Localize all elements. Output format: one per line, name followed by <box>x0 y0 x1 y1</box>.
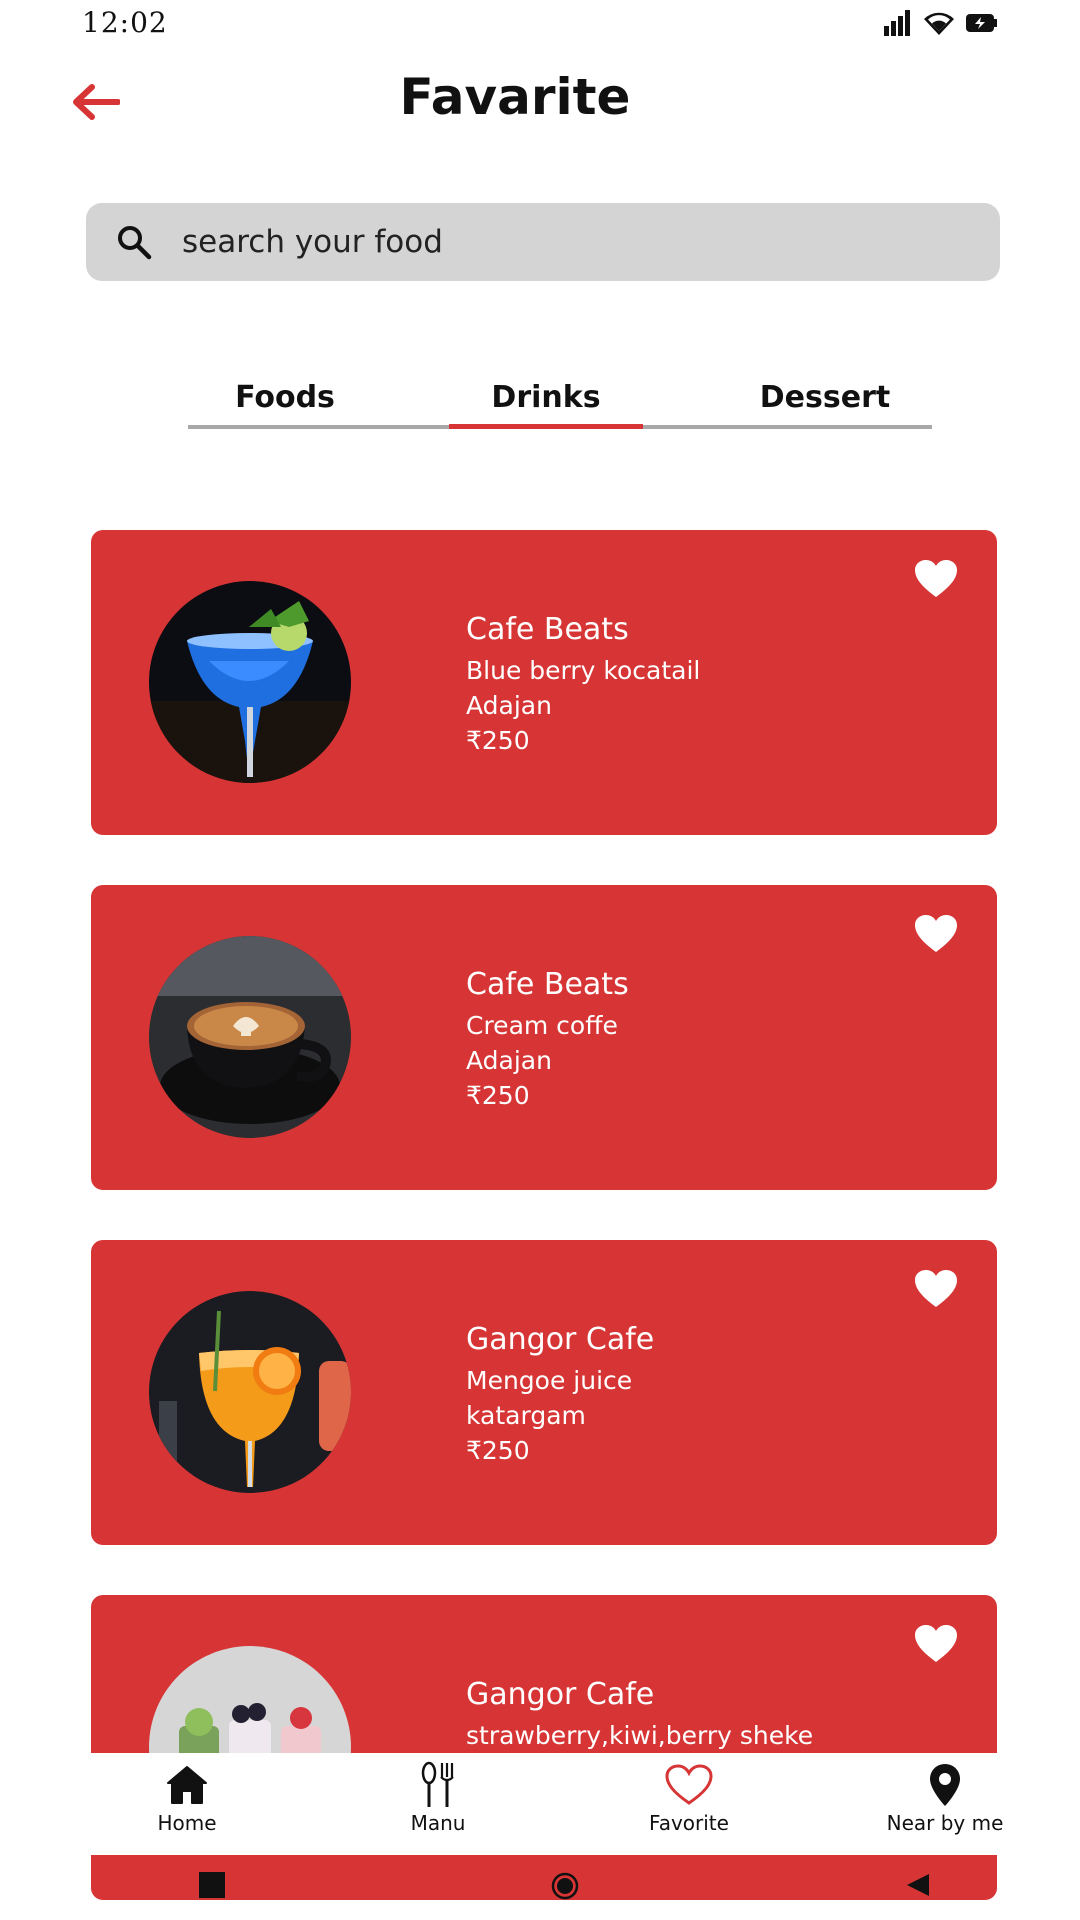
heart-icon[interactable] <box>915 915 957 953</box>
tab-drinks[interactable]: Drinks <box>449 380 643 415</box>
recents-button[interactable] <box>199 1872 225 1898</box>
signal-icon <box>884 10 910 36</box>
cutlery-icon <box>421 1761 454 1807</box>
area-name: Adajan <box>466 1046 552 1075</box>
search-icon <box>118 226 152 260</box>
cafe-name: Cafe Beats <box>466 967 629 1002</box>
nav-label: Manu <box>410 1811 466 1835</box>
cafe-name: Cafe Beats <box>466 612 629 647</box>
search-bar[interactable] <box>86 203 1000 281</box>
favorite-card[interactable]: Gangor Cafe Mengoe juice katargam ₹250 <box>91 1240 997 1545</box>
price: ₹250 <box>466 726 530 755</box>
home-icon <box>167 1766 207 1804</box>
search-input[interactable] <box>182 203 962 281</box>
heart-icon[interactable] <box>915 1270 957 1308</box>
tab-dessert[interactable]: Dessert <box>728 380 922 415</box>
category-tabs: Foods Drinks Dessert <box>188 380 932 430</box>
item-name: Cream coffe <box>466 1011 618 1040</box>
card-details: Cafe Beats Cream coffe Adajan ₹250 <box>466 967 629 1113</box>
favorite-card[interactable]: Cafe Beats Blue berry kocatail Adajan ₹2… <box>91 530 997 835</box>
heart-icon[interactable] <box>915 560 957 598</box>
price: ₹250 <box>466 1436 530 1465</box>
nav-label: Favorite <box>649 1811 729 1835</box>
page-title: Favarite <box>399 68 631 126</box>
location-pin-icon <box>930 1764 960 1806</box>
tab-active-indicator <box>449 424 643 429</box>
back-system-button[interactable] <box>905 1872 931 1898</box>
heart-outline-icon <box>665 1764 713 1805</box>
orange-drink-image <box>149 1291 351 1493</box>
battery-icon <box>966 14 997 32</box>
item-name: Blue berry kocatail <box>466 656 701 685</box>
area-name: katargam <box>466 1401 586 1430</box>
cafe-name: Gangor Cafe <box>466 1322 655 1357</box>
heart-icon[interactable] <box>915 1625 957 1663</box>
nav-label: Near by me <box>886 1811 1004 1835</box>
nav-favorite[interactable]: Favorite <box>609 1761 769 1835</box>
home-system-button[interactable] <box>551 1872 579 1900</box>
item-name: Mengoe juice <box>466 1366 633 1395</box>
price: ₹250 <box>466 1081 530 1110</box>
tab-foods[interactable]: Foods <box>188 380 382 415</box>
card-details: Gangor Cafe Mengoe juice katargam ₹250 <box>466 1322 654 1468</box>
nav-menu[interactable]: Manu <box>358 1761 518 1835</box>
card-details: Gangor Cafe strawberry,kiwi,berry sheke <box>466 1677 813 1753</box>
status-time: 12:02 <box>82 6 168 39</box>
card-details: Cafe Beats Blue berry kocatail Adajan ₹2… <box>466 612 700 758</box>
item-name: strawberry,kiwi,berry sheke <box>466 1721 814 1750</box>
bottom-nav: Home Manu Favorite Near by me <box>0 1753 1080 1855</box>
status-icons <box>884 10 998 36</box>
blue-cocktail-image <box>149 581 351 783</box>
nav-near-by-me[interactable]: Near by me <box>860 1761 1030 1835</box>
cafe-name: Gangor Cafe <box>466 1677 655 1712</box>
favorite-card[interactable]: Cafe Beats Cream coffe Adajan ₹250 <box>91 885 997 1190</box>
nav-label: Home <box>157 1811 217 1835</box>
area-name: Adajan <box>466 691 552 720</box>
coffee-image <box>149 936 351 1138</box>
wifi-icon <box>924 12 954 35</box>
nav-home[interactable]: Home <box>107 1761 267 1835</box>
